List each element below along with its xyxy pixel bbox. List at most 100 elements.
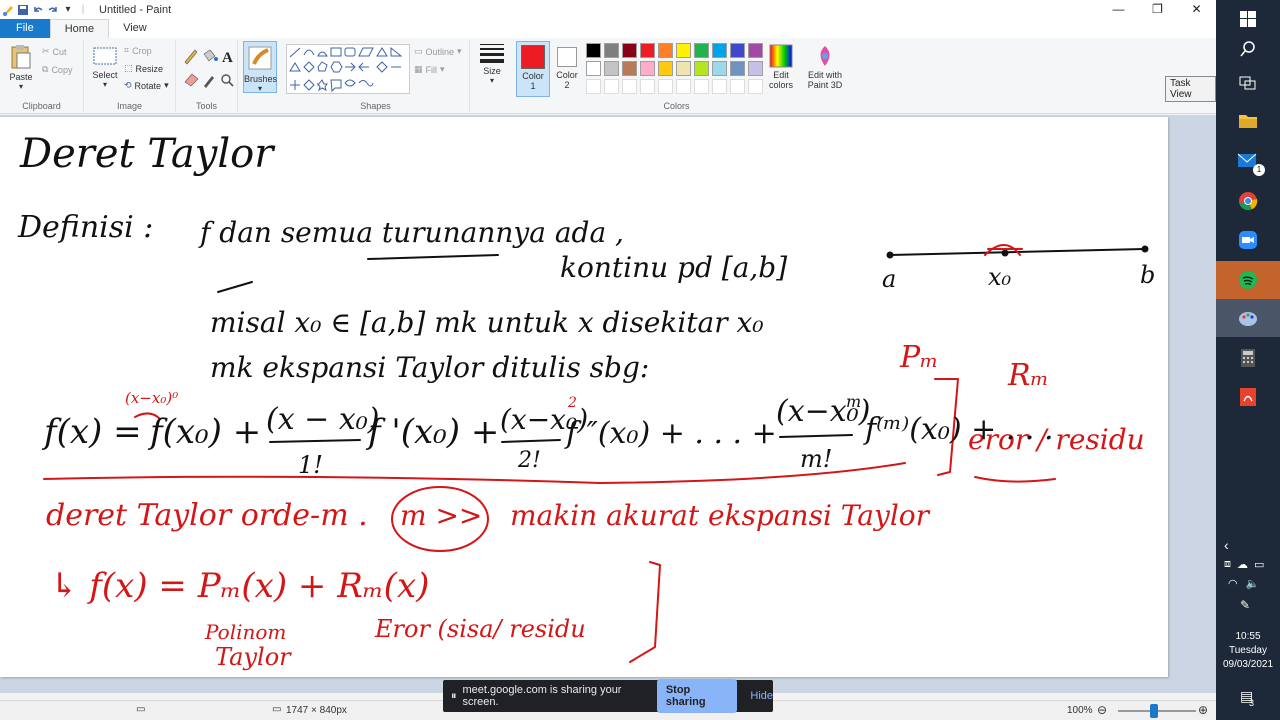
palette-color-swatch[interactable] — [712, 43, 727, 58]
acrobat-button[interactable] — [1216, 378, 1280, 416]
palette-color-swatch[interactable] — [748, 61, 763, 76]
palette-color-swatch[interactable] — [640, 61, 655, 76]
palette-color-swatch[interactable] — [676, 43, 691, 58]
edit-colors-button[interactable]: Edit colors — [765, 44, 797, 90]
battery-icon[interactable]: ▭ — [1254, 558, 1264, 571]
onedrive-icon[interactable]: ☁ — [1237, 558, 1248, 571]
clock[interactable]: 10:55 Tuesday 09/03/2021 — [1216, 630, 1280, 672]
pen-icon[interactable]: ✎ — [1240, 598, 1250, 612]
copy-button[interactable]: ⧉ Copy — [42, 64, 72, 75]
tab-home[interactable]: Home — [49, 19, 110, 38]
show-hidden-icons-chevron[interactable]: ‹ — [1224, 537, 1229, 553]
eraser-icon[interactable] — [184, 73, 199, 87]
select-button[interactable]: Select ▾ — [88, 46, 122, 89]
color-picker-icon[interactable] — [204, 76, 214, 88]
hide-share-button[interactable]: Hide — [750, 690, 773, 702]
stop-sharing-button[interactable]: Stop sharing — [656, 679, 738, 713]
tab-file[interactable]: File — [0, 19, 50, 38]
action-center-button[interactable]: ▤ 3 — [1240, 688, 1254, 708]
palette-color-swatch[interactable] — [748, 43, 763, 58]
interval-number-line: a x₀ b — [882, 244, 1155, 293]
palette-color-swatch[interactable] — [694, 43, 709, 58]
pencil-icon[interactable] — [184, 49, 198, 65]
search-icon — [1240, 41, 1255, 57]
undo-icon[interactable] — [32, 4, 44, 16]
custom-color-slot[interactable] — [694, 79, 709, 94]
search-button[interactable] — [1216, 30, 1280, 68]
paste-button[interactable]: Paste ▾ — [4, 44, 38, 91]
window-title: Untitled - Paint — [99, 3, 172, 16]
custom-color-slot[interactable] — [730, 79, 745, 94]
tab-view[interactable]: View — [109, 19, 161, 38]
zoom-app-button[interactable] — [1216, 221, 1280, 259]
magnifier-icon[interactable] — [221, 74, 234, 87]
decomp-bracket — [629, 561, 661, 663]
resize-button[interactable]: ⬚ Resize — [124, 63, 163, 74]
axis-label-a: a — [882, 265, 896, 293]
rotate-dropdown-icon[interactable]: ▾ — [164, 80, 169, 91]
palette-color-swatch[interactable] — [676, 61, 691, 76]
close-button[interactable]: ✕ — [1177, 0, 1216, 19]
calculator-button[interactable] — [1216, 339, 1280, 377]
palette-color-swatch[interactable] — [658, 43, 673, 58]
save-icon[interactable] — [17, 4, 29, 16]
paint-taskbar-button[interactable] — [1216, 299, 1280, 337]
custom-color-slot[interactable] — [604, 79, 619, 94]
customize-quick-access-icon[interactable]: ▾ — [62, 4, 74, 16]
palette-color-swatch[interactable] — [694, 61, 709, 76]
palette-color-swatch[interactable] — [658, 61, 673, 76]
rotate-button[interactable]: ⟲ Rotate ▾ — [124, 80, 169, 91]
edit-with-paint3d-button[interactable]: Edit with Paint 3D — [805, 44, 845, 90]
mail-button[interactable]: 1 — [1216, 142, 1280, 180]
outline-button[interactable]: ▭ Outline ▾ — [414, 46, 462, 57]
color1-button[interactable]: Color 1 — [516, 41, 550, 97]
custom-color-slot[interactable] — [640, 79, 655, 94]
custom-color-slot[interactable] — [586, 79, 601, 94]
brushes-button[interactable]: Brushes ▾ — [243, 41, 277, 93]
color2-button[interactable]: Color 2 — [552, 41, 582, 90]
minimize-button[interactable]: — — [1099, 0, 1138, 19]
maximize-button[interactable]: ❐ — [1138, 0, 1177, 19]
chrome-button[interactable] — [1216, 182, 1280, 220]
palette-color-swatch[interactable] — [712, 61, 727, 76]
palette-color-swatch[interactable] — [730, 61, 745, 76]
palette-color-swatch[interactable] — [730, 43, 745, 58]
custom-color-slot[interactable] — [622, 79, 637, 94]
zoom-out-button[interactable]: ⊖ — [1097, 703, 1107, 717]
drawing-canvas[interactable]: Deret Taylor Definisi : f dan semua turu… — [0, 117, 1168, 677]
formula-lhs: f(x) = — [41, 412, 142, 452]
accurate-text: makin akurat ekspansi Taylor — [510, 499, 931, 532]
file-explorer-button[interactable] — [1216, 102, 1280, 140]
palette-color-swatch[interactable] — [622, 43, 637, 58]
palette-color-swatch[interactable] — [604, 61, 619, 76]
custom-color-slot[interactable] — [712, 79, 727, 94]
redo-icon[interactable] — [47, 4, 59, 16]
text-icon[interactable]: A — [222, 50, 233, 66]
cut-button[interactable]: ✂ Cut — [42, 46, 67, 57]
zoom-slider-thumb[interactable] — [1150, 704, 1158, 718]
tools-group-label: Tools — [195, 101, 217, 111]
fill-button[interactable]: ▦ Fill ▾ — [414, 64, 445, 75]
palette-color-swatch[interactable] — [586, 61, 601, 76]
palette-color-swatch[interactable] — [586, 43, 601, 58]
spotify-button[interactable] — [1216, 261, 1280, 299]
custom-color-slot[interactable] — [676, 79, 691, 94]
zoom-in-button[interactable]: ⊕ — [1198, 703, 1208, 717]
wifi-icon[interactable]: ◠ — [1228, 577, 1238, 590]
volume-icon[interactable]: 🔈 — [1246, 577, 1260, 590]
palette-color-swatch[interactable] — [604, 43, 619, 58]
custom-color-slot[interactable] — [748, 79, 763, 94]
palette-color-swatch[interactable] — [622, 61, 637, 76]
network-tray-icon[interactable]: ⧈ — [1224, 558, 1231, 571]
shapes-gallery[interactable] — [286, 44, 410, 94]
paste-dropdown-icon[interactable]: ▾ — [4, 82, 38, 91]
palette-color-swatch[interactable] — [640, 43, 655, 58]
rm-label: Rₘ — [1007, 358, 1049, 393]
custom-color-slot[interactable] — [658, 79, 673, 94]
crop-button[interactable]: ⌗ Crop — [124, 45, 152, 56]
fill-icon[interactable] — [203, 49, 218, 62]
clock-day: Tuesday — [1229, 645, 1267, 656]
select-dropdown-icon[interactable]: ▾ — [88, 80, 122, 89]
task-view-button[interactable] — [1216, 64, 1280, 102]
size-button[interactable]: Size ▾ — [474, 42, 510, 85]
